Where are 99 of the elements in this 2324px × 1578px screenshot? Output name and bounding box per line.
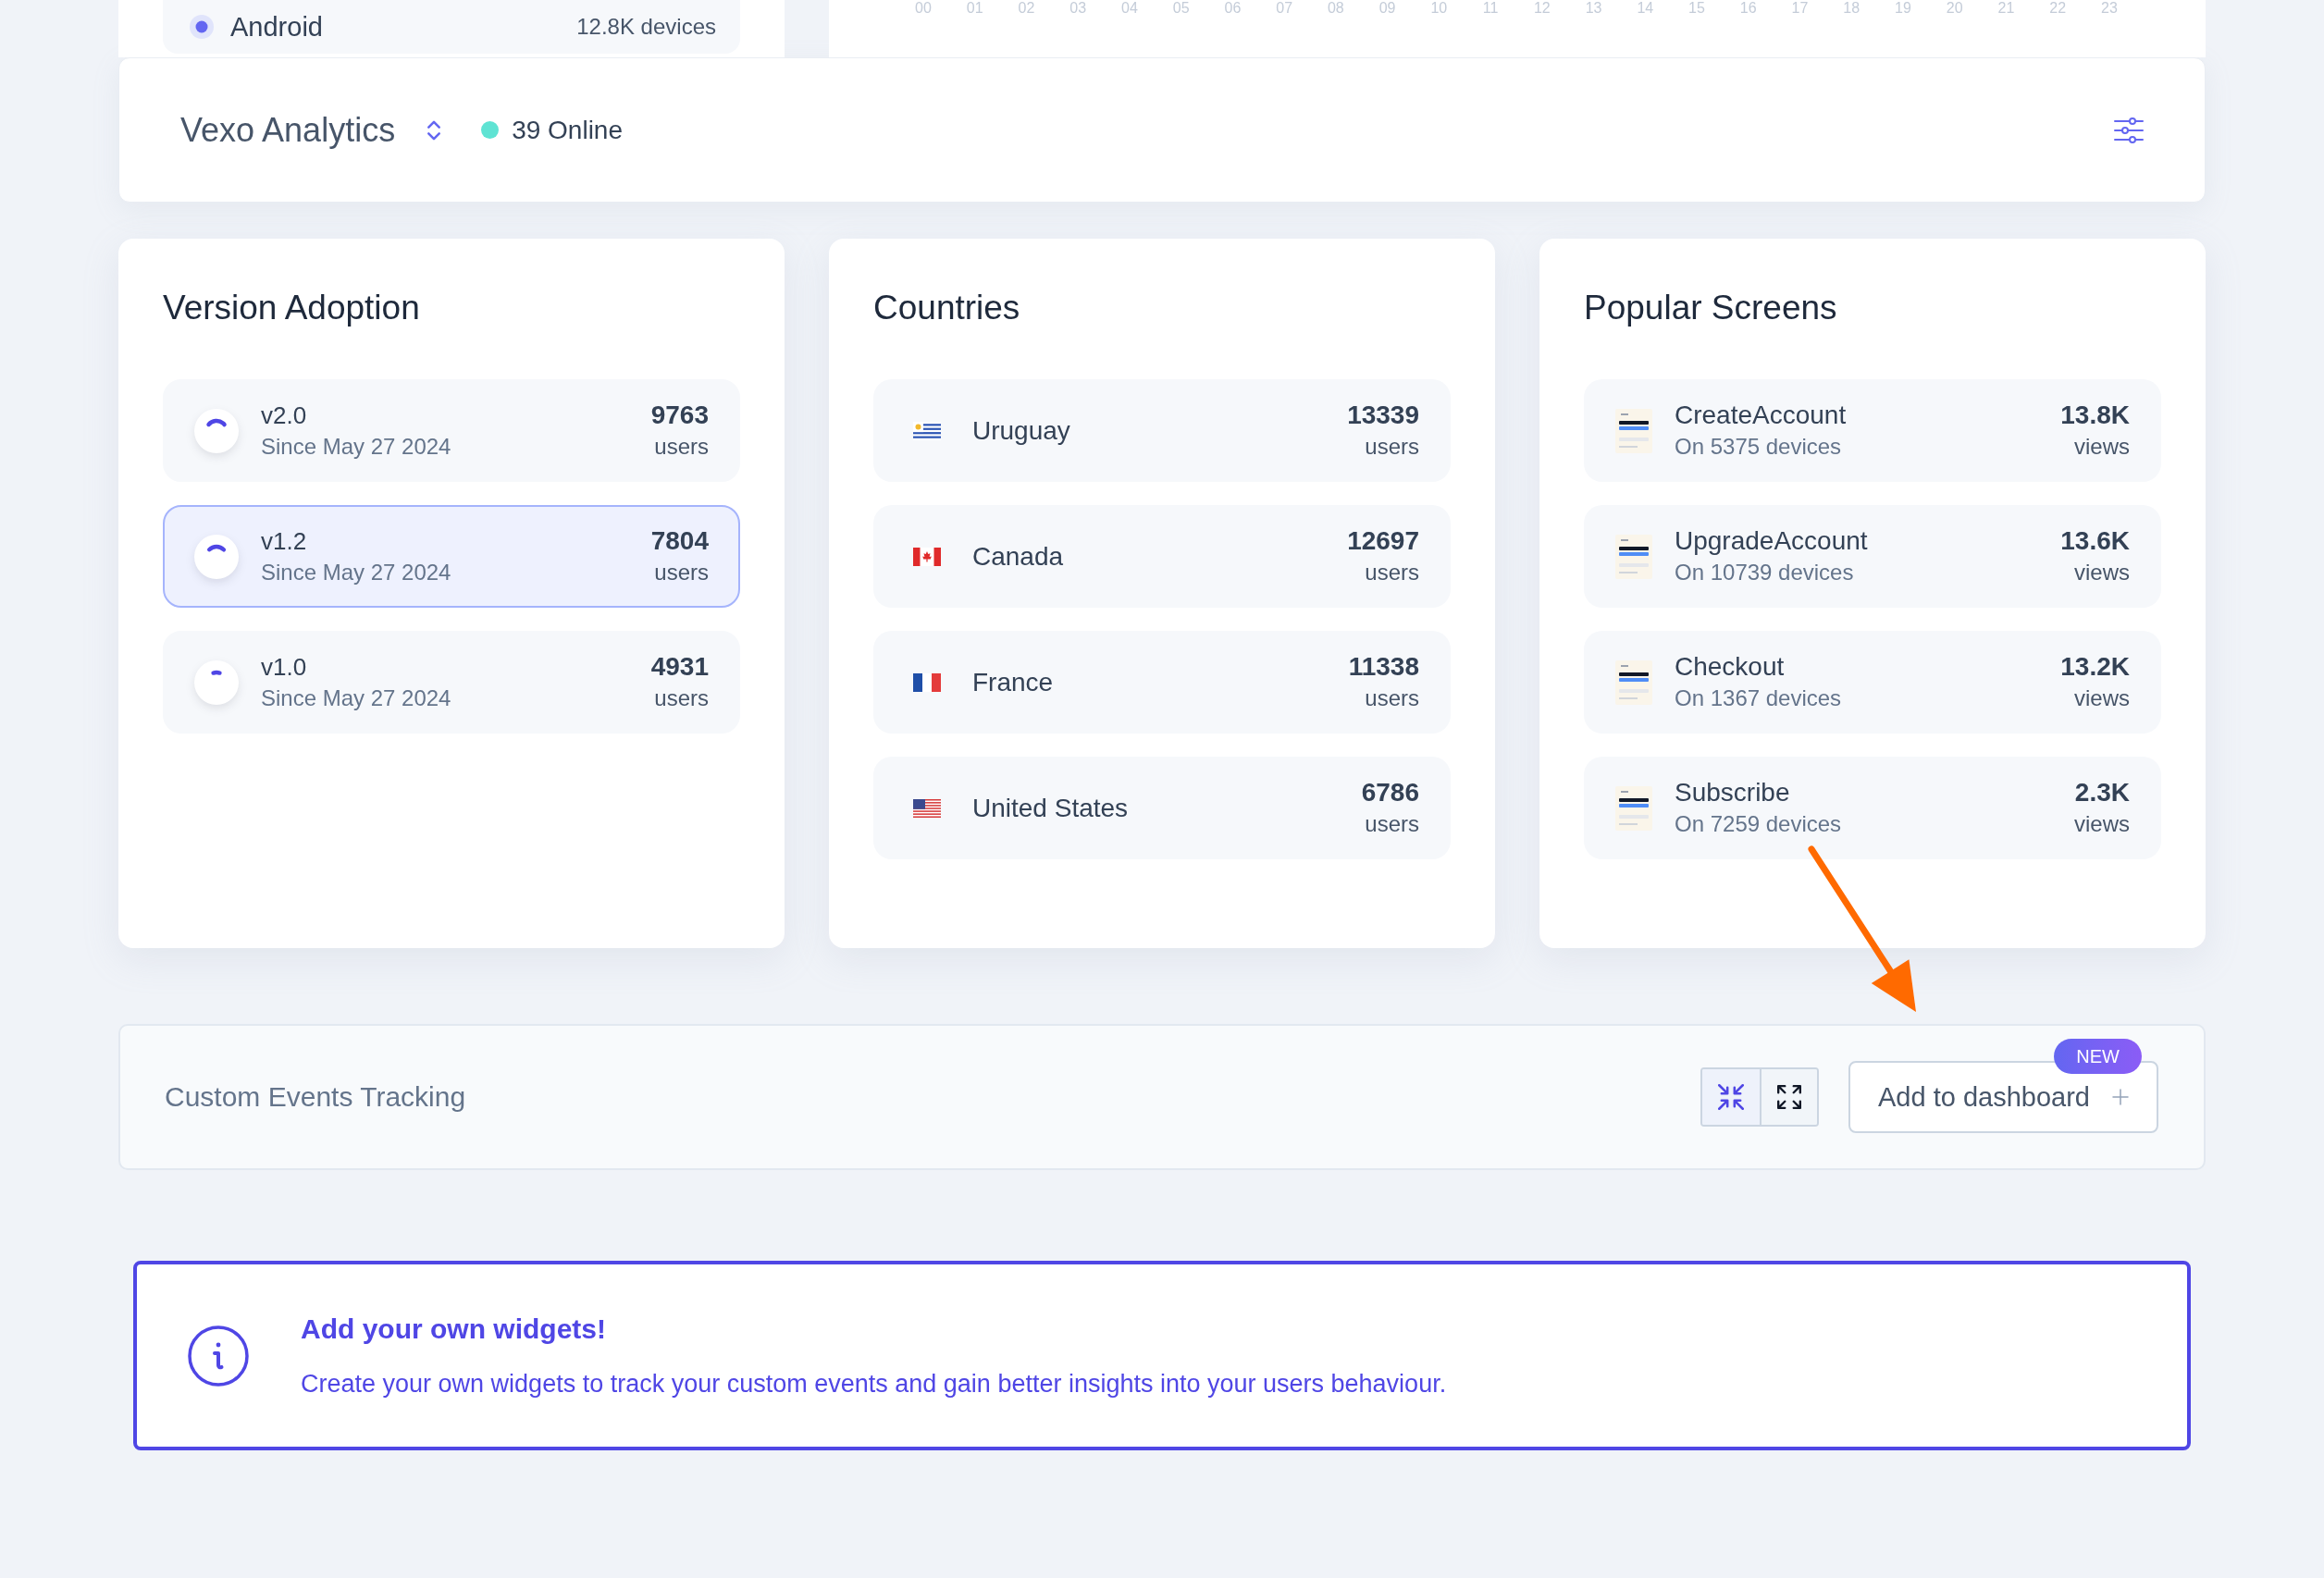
info-icon <box>188 1325 249 1387</box>
version-name: v1.0 <box>261 651 308 683</box>
device-count: 12.8K devices <box>576 13 716 41</box>
uruguay-flag-icon <box>913 421 941 440</box>
hour-label: 07 <box>1275 0 1294 17</box>
platform-name: Android <box>230 11 323 43</box>
count-unit: views <box>2074 432 2130 461</box>
user-count: 7804 <box>650 524 709 557</box>
banner-text: Create your own widgets to track your custom events and gain better insights into your users behaviour. <box>301 1368 1447 1399</box>
hour-label: 17 <box>1790 0 1810 17</box>
progress-ring-icon <box>194 660 239 705</box>
card-title: Countries <box>873 289 1021 327</box>
progress-ring-icon <box>194 534 239 579</box>
hour-label: 20 <box>1945 0 1964 17</box>
hour-label: 11 <box>1481 0 1500 17</box>
banner-title: Add your own widgets! <box>301 1312 607 1346</box>
platform-row[interactable]: Android 12.8K devices <box>163 0 740 54</box>
user-count: 13339 <box>1347 399 1419 431</box>
device-count: On 1367 devices <box>1675 684 1842 712</box>
user-count: 4931 <box>650 650 709 683</box>
progress-ring-icon <box>194 408 239 453</box>
device-count: On 5375 devices <box>1675 432 1843 461</box>
user-count: 9763 <box>650 399 709 431</box>
hour-label: 23 <box>2100 0 2119 17</box>
country-name: France <box>972 666 1054 698</box>
hour-label: 05 <box>1171 0 1191 17</box>
hour-label: 22 <box>2048 0 2068 17</box>
hour-label: 03 <box>1069 0 1088 17</box>
hour-label: 09 <box>1378 0 1397 17</box>
screen-name: UpgradeAccount <box>1675 524 1868 557</box>
hour-label: 16 <box>1738 0 1758 17</box>
hour-label: 08 <box>1326 0 1345 17</box>
screen-thumbnail-drawing <box>1615 534 1652 579</box>
card-title: Popular Screens <box>1584 289 1838 327</box>
view-count: 13.8K <box>2060 399 2130 431</box>
view-count: 13.6K <box>2060 524 2130 557</box>
hour-label: 12 <box>1532 0 1551 17</box>
status-dot-icon <box>481 121 500 139</box>
hour-label: 10 <box>1429 0 1449 17</box>
section-title: Custom Events Tracking <box>165 1080 466 1114</box>
version-row[interactable]: v1.0 Since May 27 2024 4931 users <box>163 631 740 734</box>
screen-thumbnail-drawing <box>1615 660 1652 705</box>
screen-thumbnail-drawing <box>1615 785 1652 831</box>
expand-view-button[interactable] <box>1760 1069 1818 1125</box>
hour-label: 13 <box>1584 0 1603 17</box>
country-name: United States <box>972 792 1129 824</box>
device-count: On 7259 devices <box>1675 809 1842 838</box>
release-date: Since May 27 2024 <box>261 432 451 461</box>
hour-label: 00 <box>914 0 933 17</box>
count-unit: views <box>2074 558 2130 586</box>
version-name: v2.0 <box>261 400 308 431</box>
plus-icon <box>2112 1089 2129 1105</box>
screen-name: CreateAccount <box>1675 399 1847 431</box>
hour-label: 19 <box>1894 0 1912 17</box>
release-date: Since May 27 2024 <box>261 684 451 712</box>
version-name: v1.2 <box>261 525 308 557</box>
country-name: Uruguay <box>972 414 1070 447</box>
country-name: Canada <box>972 540 1064 573</box>
count-unit: users <box>654 558 709 586</box>
hour-label: 21 <box>1996 0 2016 17</box>
count-unit: views <box>2074 809 2130 838</box>
hour-label: 06 <box>1223 0 1242 17</box>
hour-label: 02 <box>1017 0 1036 17</box>
screen-name: Checkout <box>1675 650 1786 683</box>
count-unit: users <box>1365 558 1419 586</box>
count-unit: users <box>1365 432 1419 461</box>
count-unit: users <box>654 432 709 461</box>
france-flag-icon <box>913 672 941 692</box>
version-row[interactable]: v1.2 Since May 27 2024 7804 users <box>163 505 740 608</box>
expand-corners-icon <box>1777 1085 1802 1109</box>
count-unit: users <box>1365 684 1419 712</box>
view-count: 2.3K <box>2074 776 2130 808</box>
screen-name: Subscribe <box>1675 776 1791 808</box>
count-unit: users <box>1365 809 1419 838</box>
sliders-icon[interactable] <box>2114 117 2144 143</box>
new-badge: NEW <box>2054 1039 2142 1074</box>
count-unit: users <box>654 684 709 712</box>
screen-thumbnail-drawing <box>1615 408 1652 453</box>
hour-label: 15 <box>1687 0 1706 17</box>
user-count: 12697 <box>1347 524 1419 557</box>
release-date: Since May 27 2024 <box>261 558 451 586</box>
collapse-arrows-icon <box>1718 1084 1745 1110</box>
hour-label: 14 <box>1636 0 1655 17</box>
hour-label: 04 <box>1120 0 1139 17</box>
user-count: 11338 <box>1348 650 1419 683</box>
device-count: On 10739 devices <box>1675 558 1855 586</box>
canada-flag-icon <box>913 547 941 566</box>
view-count: 13.2K <box>2060 650 2130 683</box>
count-unit: views <box>2074 684 2130 712</box>
hour-label: 18 <box>1842 0 1861 17</box>
version-row[interactable]: v2.0 Since May 27 2024 9763 users <box>163 379 740 482</box>
app-selector[interactable]: Vexo Analytics <box>180 110 442 150</box>
usa-flag-icon <box>913 798 941 818</box>
user-count: 6786 <box>1361 776 1419 808</box>
online-count: 39 Online <box>512 114 623 146</box>
platform-dot-icon <box>190 15 214 39</box>
hour-label: 01 <box>965 0 984 17</box>
collapse-view-button[interactable] <box>1702 1069 1761 1125</box>
card-title: Version Adoption <box>163 289 421 327</box>
